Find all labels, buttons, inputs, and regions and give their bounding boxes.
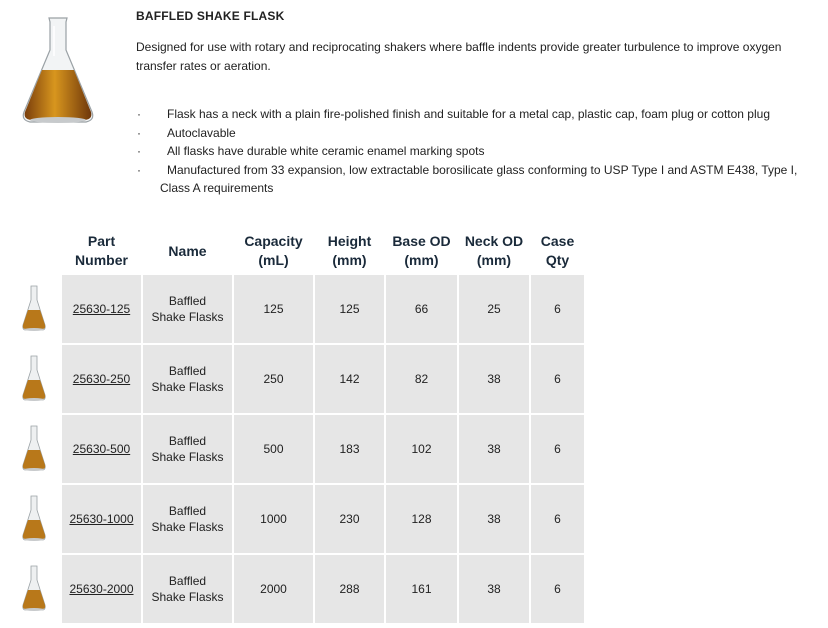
- feature-text: Manufactured from 33 expansion, low extr…: [160, 162, 798, 196]
- name-line: Shake Flasks: [151, 590, 224, 604]
- column-header-base-od: Base OD (mm): [392, 233, 451, 268]
- table-row: 25630-250 Baffled Shake Flasks 250 142 8…: [2, 345, 584, 415]
- case-qty-cell: 6: [531, 345, 584, 415]
- name-line: Baffled: [168, 364, 207, 378]
- column-header-height: Height (mm): [327, 233, 372, 268]
- capacity-cell: 500: [234, 415, 313, 485]
- case-qty-cell: 6: [531, 415, 584, 485]
- height-cell: 288: [315, 555, 384, 625]
- flask-icon[interactable]: [21, 425, 47, 473]
- table-row: 25630-2000 Baffled Shake Flasks 2000 288…: [2, 555, 584, 625]
- part-number-cell: 25630-2000: [62, 555, 141, 625]
- product-description: Designed for use with rotary and recipro…: [136, 40, 782, 73]
- column-header-neck-od: Neck OD (mm): [464, 233, 524, 268]
- part-number-cell: 25630-125: [62, 275, 141, 345]
- height-cell: 125: [315, 275, 384, 345]
- neck-od-cell: 38: [459, 415, 529, 485]
- height-cell: 142: [315, 345, 384, 415]
- feature-text: Autoclavable: [167, 125, 236, 140]
- bullet-icon: ·: [137, 125, 141, 140]
- bullet-icon: ·: [137, 162, 141, 177]
- row-image-cell: [2, 345, 60, 415]
- height-cell: 230: [315, 485, 384, 555]
- product-flask-image: [22, 17, 94, 123]
- name-line: Baffled: [168, 434, 207, 448]
- part-number-cell: 25630-250: [62, 345, 141, 415]
- name-line: Baffled: [168, 504, 207, 518]
- height-cell: 183: [315, 415, 384, 485]
- name-cell: Baffled Shake Flasks: [143, 275, 232, 345]
- case-qty-cell: 6: [531, 275, 584, 345]
- case-qty-cell: 6: [531, 555, 584, 625]
- name-line: Shake Flasks: [151, 380, 224, 394]
- name-line: Shake Flasks: [151, 520, 224, 534]
- column-header-capacity: Capacity (mL): [244, 233, 303, 268]
- row-image-cell: [2, 275, 60, 345]
- row-image-cell: [2, 415, 60, 485]
- table-header-row: Part Number Name Capacity (mL) Height (m…: [2, 230, 584, 275]
- product-spec-table: Part Number Name Capacity (mL) Height (m…: [0, 230, 586, 625]
- feature-list: · Flask has a neck with a plain fire-pol…: [136, 105, 816, 198]
- feature-text: All flasks have durable white ceramic en…: [167, 144, 485, 158]
- name-line: Shake Flasks: [151, 310, 224, 324]
- name-cell: Baffled Shake Flasks: [143, 485, 232, 555]
- base-od-cell: 66: [386, 275, 457, 345]
- image-column-header: [2, 230, 60, 275]
- bullet-icon: ·: [137, 144, 141, 158]
- base-od-cell: 102: [386, 415, 457, 485]
- column-header-part-number: Part Number: [75, 233, 128, 268]
- base-od-cell: 128: [386, 485, 457, 555]
- part-number-link[interactable]: 25630-500: [73, 442, 130, 456]
- name-line: Baffled: [168, 574, 207, 588]
- product-title: BAFFLED SHAKE FLASK: [136, 9, 285, 23]
- part-number-link[interactable]: 25630-125: [73, 302, 130, 316]
- flask-icon[interactable]: [21, 355, 47, 403]
- capacity-cell: 1000: [234, 485, 313, 555]
- capacity-cell: 2000: [234, 555, 313, 625]
- table-row: 25630-1000 Baffled Shake Flasks 1000 230…: [2, 485, 584, 555]
- row-image-cell: [2, 485, 60, 555]
- feature-item: · Manufactured from 33 expansion, low ex…: [136, 161, 816, 198]
- base-od-cell: 161: [386, 555, 457, 625]
- feature-item: · All flasks have durable white ceramic …: [136, 142, 816, 161]
- capacity-cell: 250: [234, 345, 313, 415]
- table-row: 25630-500 Baffled Shake Flasks 500 183 1…: [2, 415, 584, 485]
- part-number-link[interactable]: 25630-2000: [69, 582, 133, 596]
- neck-od-cell: 38: [459, 555, 529, 625]
- feature-text: Flask has a neck with a plain fire-polis…: [167, 107, 770, 121]
- table-row: 25630-125 Baffled Shake Flasks 125 125 6…: [2, 275, 584, 345]
- name-cell: Baffled Shake Flasks: [143, 555, 232, 625]
- flask-icon[interactable]: [21, 285, 47, 333]
- capacity-cell: 125: [234, 275, 313, 345]
- name-line: Baffled: [168, 294, 207, 308]
- feature-item: · Flask has a neck with a plain fire-pol…: [136, 105, 816, 124]
- part-number-link[interactable]: 25630-250: [73, 372, 130, 386]
- column-header-case-qty: Case Qty: [540, 233, 575, 268]
- bullet-icon: ·: [137, 107, 141, 121]
- column-header-name: Name: [168, 242, 207, 259]
- neck-od-cell: 38: [459, 345, 529, 415]
- neck-od-cell: 25: [459, 275, 529, 345]
- part-number-cell: 25630-1000: [62, 485, 141, 555]
- part-number-link[interactable]: 25630-1000: [69, 512, 133, 526]
- part-number-cell: 25630-500: [62, 415, 141, 485]
- case-qty-cell: 6: [531, 485, 584, 555]
- feature-item: · Autoclavable: [136, 124, 816, 143]
- flask-icon[interactable]: [21, 495, 47, 543]
- name-cell: Baffled Shake Flasks: [143, 345, 232, 415]
- row-image-cell: [2, 555, 60, 625]
- name-line: Shake Flasks: [151, 450, 224, 464]
- name-cell: Baffled Shake Flasks: [143, 415, 232, 485]
- flask-icon[interactable]: [21, 565, 47, 613]
- base-od-cell: 82: [386, 345, 457, 415]
- neck-od-cell: 38: [459, 485, 529, 555]
